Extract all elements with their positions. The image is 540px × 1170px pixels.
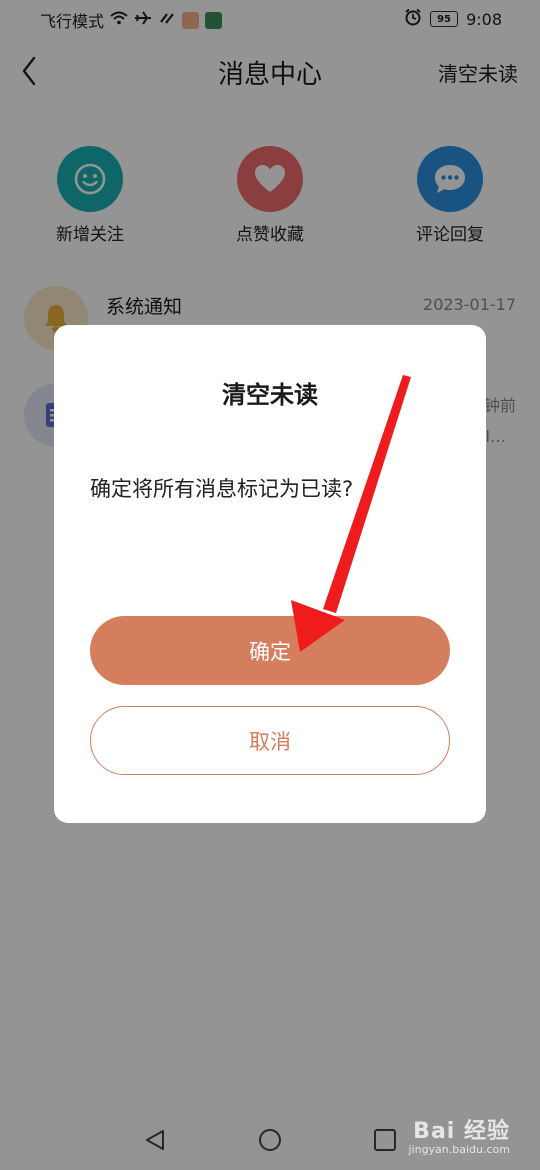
confirm-button[interactable]: 确定 xyxy=(90,616,450,685)
watermark-sub: jingyan.baidu.com xyxy=(408,1143,510,1156)
baidu-jingyan-watermark: Bai 经验 jingyan.baidu.com xyxy=(408,1113,510,1156)
message-center-page: 飞行模式 95 9:08 消息中心 清空未读 新增关注 点赞收藏 评论回复 系统… xyxy=(0,0,540,1170)
dialog-title: 清空未读 xyxy=(222,381,318,409)
clear-unread-dialog: 清空未读 确定将所有消息标记为已读? 确定 取消 xyxy=(54,325,486,823)
watermark-main: Bai 经验 xyxy=(413,1119,510,1144)
cancel-button[interactable]: 取消 xyxy=(90,706,450,775)
dialog-message: 确定将所有消息标记为已读? xyxy=(90,477,354,501)
